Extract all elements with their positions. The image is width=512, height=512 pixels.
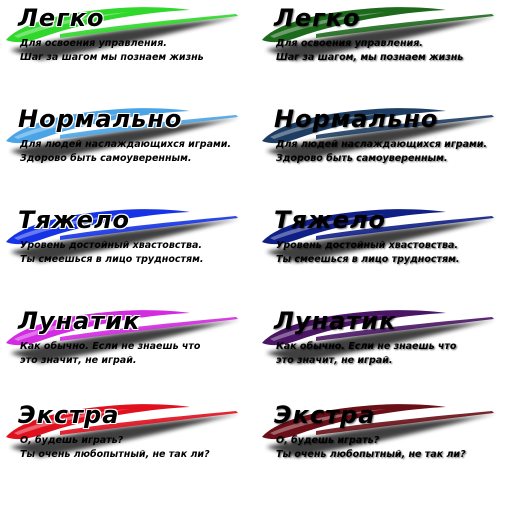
difficulty-extra-light[interactable]: Экстра О, будешь играть? Ты очень любопыт… (0, 397, 256, 497)
difficulty-hard-light[interactable]: Тяжело Уровень достойный хвастовства. Ты … (0, 202, 256, 302)
difficulty-description: Как обычно. Если не знаешь что это значит… (276, 341, 457, 366)
difficulty-title: Тяжело (18, 206, 131, 234)
difficulty-description: Для освоения управления. Шаг за шагом мы … (20, 38, 204, 63)
difficulty-title: Лунатик (274, 307, 397, 335)
difficulty-description: Для людей наслаждающихся играми. Здорово … (276, 139, 488, 164)
difficulty-title: Легко (274, 4, 361, 32)
difficulty-title: Экстра (274, 401, 376, 429)
difficulty-description: Уровень достойный хвастовства. Ты смеешьс… (276, 240, 460, 265)
difficulty-description: Как обычно. Если не знаешь что это значит… (20, 341, 201, 366)
difficulty-lunatic-light[interactable]: Лунатик Как обычно. Если не знаешь что эт… (0, 303, 256, 403)
difficulty-title: Нормально (274, 105, 439, 133)
difficulty-title: Нормально (18, 105, 183, 133)
difficulty-easy-light[interactable]: Легко Для освоения управления. Шаг за шаг… (0, 0, 256, 100)
difficulty-description: Для освоения управления. Шаг за шагом, мы… (276, 38, 464, 63)
difficulty-description: О, будешь играть? Ты очень любопытный, не… (276, 435, 466, 460)
difficulty-description: О, будешь играть? Ты очень любопытный, не… (20, 435, 210, 460)
difficulty-title: Экстра (18, 401, 120, 429)
difficulty-easy-dark[interactable]: Легко Для освоения управления. Шаг за шаг… (256, 0, 512, 100)
difficulty-title: Лунатик (18, 307, 141, 335)
difficulty-extra-dark[interactable]: Экстра О, будешь играть? Ты очень любопыт… (256, 397, 512, 497)
difficulty-normal-dark[interactable]: Нормально Для людей наслаждающихся играм… (256, 101, 512, 201)
difficulty-description: Уровень достойный хвастовства. Ты смеешьс… (20, 240, 204, 265)
difficulty-title: Тяжело (274, 206, 387, 234)
difficulty-lunatic-dark[interactable]: Лунатик Как обычно. Если не знаешь что эт… (256, 303, 512, 403)
difficulty-normal-light[interactable]: Нормально Для людей наслаждающихся играм… (0, 101, 256, 201)
difficulty-hard-dark[interactable]: Тяжело Уровень достойный хвастовства. Ты … (256, 202, 512, 302)
difficulty-title: Легко (18, 4, 105, 32)
difficulty-description: Для людей наслаждающихся играми. Здорово … (20, 139, 232, 164)
